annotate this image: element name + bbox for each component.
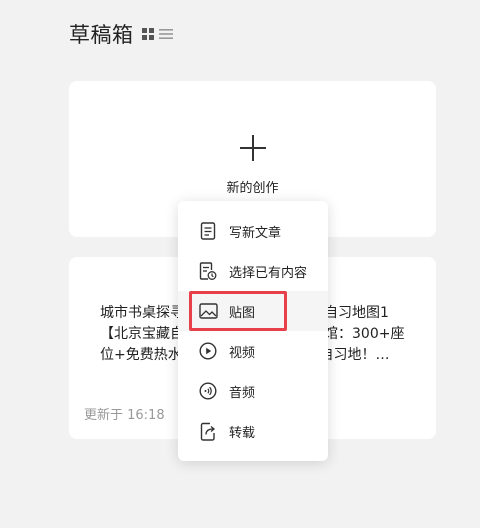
- plus-icon: [240, 135, 266, 161]
- menu-item-label: 转载: [229, 425, 256, 441]
- image-icon: [198, 301, 218, 321]
- menu-item-repost[interactable]: 转载: [178, 411, 328, 451]
- create-menu: 写新文章 选择已有内容 贴图 视频 音频 转载: [178, 201, 328, 461]
- list-view-icon[interactable]: [158, 28, 173, 40]
- header: 草稿箱: [69, 19, 173, 49]
- play-icon: [198, 341, 218, 361]
- draft-updated-time: 更新于 16:18: [84, 408, 165, 423]
- new-creation-label: 新的创作: [226, 181, 279, 196]
- menu-item-label: 选择已有内容: [229, 265, 308, 281]
- menu-item-label: 写新文章: [229, 225, 282, 241]
- menu-item-audio[interactable]: 音频: [178, 371, 328, 411]
- page-title: 草稿箱: [69, 23, 134, 47]
- menu-item-label: 视频: [229, 345, 256, 361]
- history-document-icon: [198, 261, 218, 281]
- menu-item-write-article[interactable]: 写新文章: [178, 211, 328, 251]
- view-toggle: [141, 28, 173, 40]
- audio-icon: [198, 381, 218, 401]
- menu-item-video[interactable]: 视频: [178, 331, 328, 371]
- menu-item-label: 贴图: [229, 305, 256, 321]
- repost-icon: [198, 421, 218, 441]
- grid-view-icon[interactable]: [141, 28, 154, 40]
- menu-item-image-post[interactable]: 贴图: [178, 291, 328, 331]
- menu-item-label: 音频: [229, 385, 256, 401]
- document-icon: [198, 221, 218, 241]
- menu-item-select-existing[interactable]: 选择已有内容: [178, 251, 328, 291]
